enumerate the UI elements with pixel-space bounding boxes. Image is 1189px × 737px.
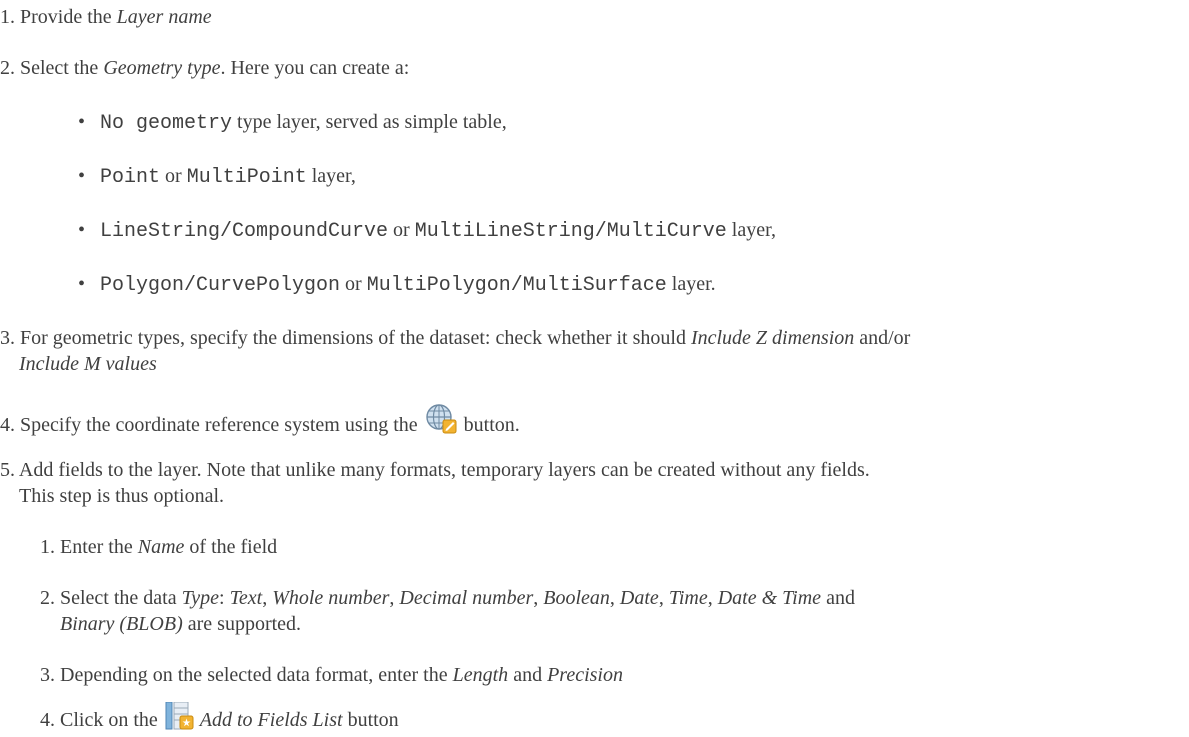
step-text: Provide the <box>20 6 117 28</box>
crs-globe-icon <box>423 403 459 444</box>
bullet-text: layer. <box>666 273 716 295</box>
bullet-item: • No geometry type layer, served as simpl… <box>78 109 507 137</box>
step-number: 1. <box>0 6 15 28</box>
step-number: 1. <box>40 536 55 558</box>
bullet: • <box>78 273 86 295</box>
bullet-text: or <box>388 219 415 241</box>
bullet-item: • Point or MultiPoint layer, <box>78 163 356 191</box>
emphasis-include-z: Include Z dimension <box>690 327 855 349</box>
type-whole-number: Whole number <box>272 587 390 609</box>
bullet-item: • LineString/CompoundCurve or MultiLineSt… <box>78 217 776 245</box>
bullet-text: or <box>340 273 367 295</box>
step-number: 3. <box>40 664 55 686</box>
step-3: 3. For geometric types, specify the dime… <box>0 325 910 351</box>
step-2: 2. Select the Geometry type. Here you ca… <box>0 55 409 81</box>
emphasis-layer-name: Layer name <box>116 6 212 28</box>
separator: , <box>389 587 400 609</box>
step-number: 2. <box>40 587 55 609</box>
step-4: 4. Specify the coordinate reference syst… <box>0 403 520 444</box>
step-text: of the field <box>184 536 278 558</box>
bullet: • <box>78 111 86 133</box>
substep-2: 2. Select the data Type: Text, Whole num… <box>40 585 855 611</box>
step-number: 5. <box>0 459 15 481</box>
emphasis-precision: Precision <box>547 664 623 686</box>
bullet-item: • Polygon/CurvePolygon or MultiPolygon/Mu… <box>78 271 716 299</box>
step-text: For geometric types, specify the dimensi… <box>20 327 691 349</box>
emphasis-geometry-type: Geometry type <box>103 57 221 79</box>
bullet: • <box>78 219 86 241</box>
step-text: Specify the coordinate reference system … <box>20 414 423 436</box>
bullet: • <box>78 165 86 187</box>
step-text: and <box>508 664 548 686</box>
separator: , <box>707 587 718 609</box>
separator: , <box>533 587 544 609</box>
step-text: Select the data <box>60 587 182 609</box>
type-time: Time <box>668 587 708 609</box>
emphasis-type: Type <box>181 587 220 609</box>
bullet-text: layer, <box>726 219 776 241</box>
step-3-continued: Include M values <box>19 351 157 377</box>
substep-4: 4. Click on the Add to Fields List butto… <box>40 701 399 737</box>
document: 1. Provide the Layer name 2. Select the … <box>0 0 1189 731</box>
step-text: Click on the <box>60 709 163 731</box>
separator: , <box>609 587 620 609</box>
step-number: 3. <box>0 327 15 349</box>
type-decimal-number: Decimal number <box>399 587 534 609</box>
add-field-icon <box>163 701 195 737</box>
step-5: 5. Add fields to the layer. Note that un… <box>0 457 870 483</box>
step-number: 2. <box>0 57 15 79</box>
emphasis-include-m: Include M values <box>19 353 157 375</box>
code-term: MultiPolygon/MultiSurface <box>366 274 667 297</box>
type-boolean: Boolean <box>543 587 610 609</box>
step-text: Enter the <box>60 536 138 558</box>
bullet-text: layer, <box>306 165 356 187</box>
step-text: button <box>342 709 399 731</box>
bullet-text: type layer, served as simple table, <box>232 111 507 133</box>
emphasis-add-to-fields-list: Add to Fields List <box>199 709 343 731</box>
step-text: Select the <box>20 57 104 79</box>
step-text: button. <box>458 414 520 436</box>
code-term: No geometry <box>100 112 233 135</box>
emphasis-name: Name <box>137 536 185 558</box>
type-date: Date <box>619 587 659 609</box>
separator: , <box>658 587 669 609</box>
step-text: are supported. <box>182 613 302 635</box>
code-term: Point <box>100 166 161 189</box>
code-term: MultiPoint <box>186 166 307 189</box>
step-text: . Here you can create a: <box>220 57 410 79</box>
emphasis-length: Length <box>452 664 509 686</box>
step-text: Add fields to the layer. Note that unlik… <box>18 459 870 481</box>
conjunction: and <box>821 587 855 609</box>
step-5-continued: This step is thus optional. <box>19 483 224 509</box>
step-text: and/or <box>854 327 911 349</box>
substep-3: 3. Depending on the selected data format… <box>40 662 623 688</box>
code-term: Polygon/CurvePolygon <box>100 274 341 297</box>
type-binary-blob: Binary (BLOB) <box>60 613 183 635</box>
step-number: 4. <box>40 709 55 731</box>
bullet-text: or <box>160 165 187 187</box>
step-text: Depending on the selected data format, e… <box>60 664 453 686</box>
step-text: This step is thus optional. <box>19 485 224 507</box>
separator: , <box>262 587 273 609</box>
step-1: 1. Provide the Layer name <box>0 4 212 30</box>
type-text: Text <box>229 587 263 609</box>
substep-2-continued: Binary (BLOB) are supported. <box>60 611 301 637</box>
step-number: 4. <box>0 414 15 436</box>
type-date-time: Date & Time <box>717 587 822 609</box>
step-text: : <box>219 587 230 609</box>
substep-1: 1. Enter the Name of the field <box>40 534 277 560</box>
code-term: LineString/CompoundCurve <box>100 220 389 243</box>
code-term: MultiLineString/MultiCurve <box>414 220 727 243</box>
